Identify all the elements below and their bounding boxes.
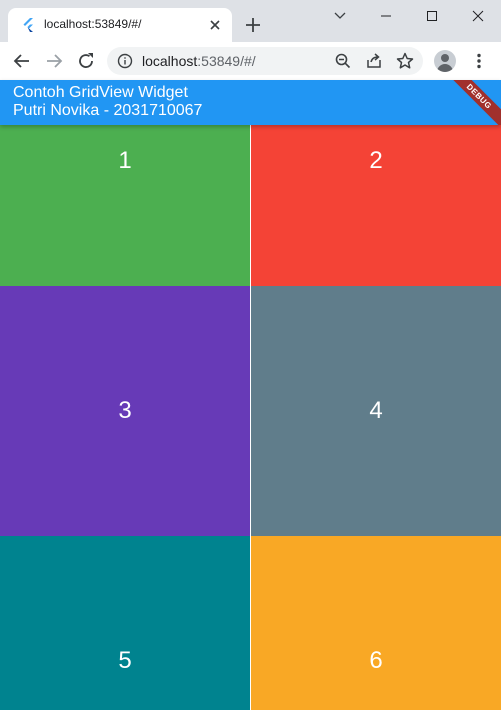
share-icon[interactable] xyxy=(364,51,384,71)
minimize-icon[interactable] xyxy=(362,0,408,32)
url-host: localhost xyxy=(142,53,198,69)
bookmark-star-icon[interactable] xyxy=(395,51,415,71)
grid-item-label: 4 xyxy=(369,397,383,424)
tab-title: localhost:53849/#/ xyxy=(44,17,142,31)
browser-toolbar: localhost:53849/#/ xyxy=(0,42,501,80)
grid-view[interactable]: 1 2 3 4 5 6 xyxy=(0,125,501,710)
new-tab-icon[interactable] xyxy=(245,17,261,33)
grid-item-2[interactable]: 2 xyxy=(251,125,501,286)
grid-item-label: 2 xyxy=(369,147,383,174)
app-title: Contoh GridView Widget Putri Novika - 20… xyxy=(13,84,202,120)
grid-item-label: 3 xyxy=(118,397,132,424)
app-bar: Contoh GridView Widget Putri Novika - 20… xyxy=(0,80,501,125)
close-tab-icon[interactable] xyxy=(208,18,222,32)
browser-tab[interactable]: localhost:53849/#/ xyxy=(8,8,232,42)
back-arrow-icon[interactable] xyxy=(12,51,32,71)
tab-search-chevron-icon[interactable] xyxy=(316,0,362,32)
app-title-line1: Contoh GridView Widget xyxy=(13,84,188,101)
zoom-icon[interactable] xyxy=(333,51,353,71)
grid-item-label: 6 xyxy=(369,647,383,674)
browser-tab-strip: localhost:53849/#/ xyxy=(0,0,501,42)
grid-item-3[interactable]: 3 xyxy=(0,286,250,536)
site-info-icon[interactable] xyxy=(117,53,133,69)
reload-icon[interactable] xyxy=(76,51,96,71)
address-bar[interactable]: localhost:53849/#/ xyxy=(107,47,423,75)
url-text[interactable]: localhost:53849/#/ xyxy=(142,53,256,69)
grid-item-1[interactable]: 1 xyxy=(0,125,250,286)
browser-menu-icon[interactable] xyxy=(469,51,489,71)
flutter-favicon-icon xyxy=(22,18,36,32)
url-path: :53849/#/ xyxy=(197,53,256,69)
profile-avatar-icon[interactable] xyxy=(434,50,456,72)
maximize-icon[interactable] xyxy=(408,0,454,32)
window-close-icon[interactable] xyxy=(454,0,500,32)
grid-item-4[interactable]: 4 xyxy=(251,286,501,536)
app-title-line2: Putri Novika - 2031710067 xyxy=(13,102,203,119)
debug-banner: DEBUG xyxy=(439,80,501,125)
grid-item-6[interactable]: 6 xyxy=(251,536,501,710)
grid-item-label: 5 xyxy=(118,647,132,674)
forward-arrow-icon[interactable] xyxy=(44,51,64,71)
grid-item-5[interactable]: 5 xyxy=(0,536,250,710)
grid-item-label: 1 xyxy=(118,147,132,174)
